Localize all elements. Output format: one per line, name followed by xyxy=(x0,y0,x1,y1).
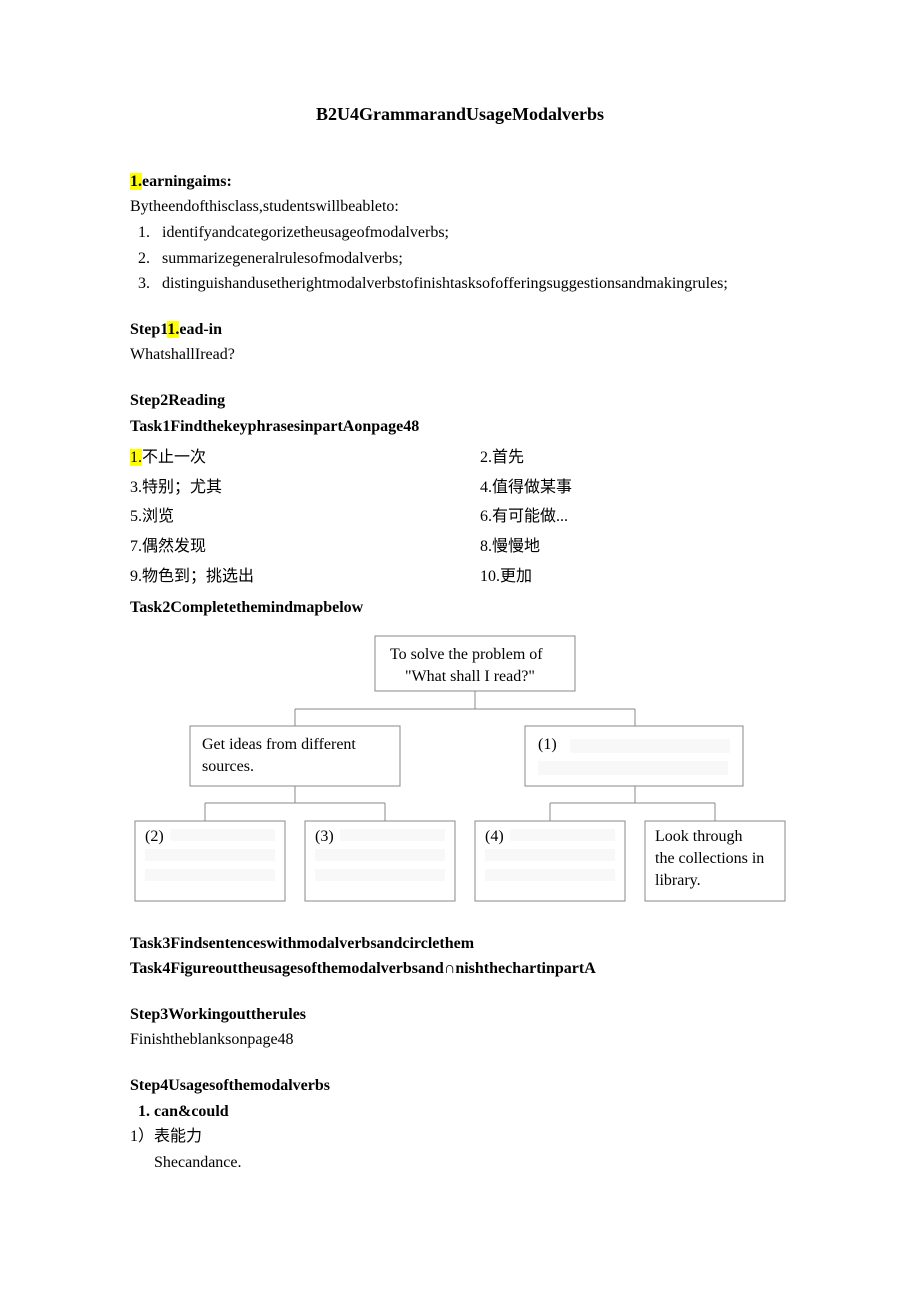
step3-head: Step3Workingouttherules xyxy=(130,1002,790,1028)
phrase-table: 1.不止一次 2.首先 3.特别；尤其 4.值得做某事 5.浏览 6.有可能做.… xyxy=(130,443,790,591)
phrase-cell: 5.浏览 xyxy=(130,502,440,532)
mindmap-left-l2: sources. xyxy=(202,758,254,775)
phrase-cell: 9.物色到；挑选出 xyxy=(130,562,440,592)
phrase-cell: 6.有可能做... xyxy=(480,502,790,532)
highlight-prefix: 1. xyxy=(130,173,142,190)
phrase-text: 不止一次 xyxy=(142,449,206,466)
mindmap-b2: (2) xyxy=(145,828,164,845)
step1-body: WhatshallIread? xyxy=(130,342,790,368)
step1-prefix: Step1 xyxy=(130,321,167,338)
phrase-cell: 10.更加 xyxy=(480,562,790,592)
mindmap: To solve the problem of "What shall I re… xyxy=(130,631,790,911)
mindmap-b4: (4) xyxy=(485,828,504,845)
aim-item: summarizegeneralrulesofmodalverbs; xyxy=(154,246,790,272)
learning-aims-intro: Bytheendofthisclass,studentswillbeableto… xyxy=(130,194,790,220)
phrase-cell: 4.值得做某事 xyxy=(480,473,790,503)
step1-rest: ead-in xyxy=(179,321,222,338)
task3-head: Task3Findsentenceswithmodalverbsandcircl… xyxy=(130,931,790,957)
phrase-cell: 1.不止一次 xyxy=(130,443,440,473)
mindmap-b5-l3: library. xyxy=(655,872,701,889)
highlight-prefix: 1. xyxy=(167,321,179,338)
aim-item: identifyandcategorizetheusageofmodalverb… xyxy=(154,220,790,246)
step4-head: Step4Usagesofthemodalverbs xyxy=(130,1073,790,1099)
mindmap-b5-l2: the collections in xyxy=(655,850,764,867)
learning-aims-head: 1.earningaims: xyxy=(130,169,790,195)
phrase-cell: 7.偶然发现 xyxy=(130,532,440,562)
page-title: B2U4GrammarandUsageModalverbs xyxy=(130,100,790,129)
task2-head: Task2Completethemindmapbelow xyxy=(130,595,790,621)
phrase-cell: 8.慢慢地 xyxy=(480,532,790,562)
mindmap-b5-l1: Look through xyxy=(655,828,743,845)
mindmap-right: (1) xyxy=(538,736,557,753)
step1-head: Step11.ead-in xyxy=(130,317,790,343)
mindmap-left-l1: Get ideas from different xyxy=(202,736,356,753)
modal-list: can&could xyxy=(130,1099,790,1125)
mindmap-root-l1: To solve the problem of xyxy=(390,646,543,663)
phrase-cell: 3.特别；尤其 xyxy=(130,473,440,503)
phrase-cell: 2.首先 xyxy=(480,443,790,473)
modal-sub: 1）表能力 xyxy=(130,1124,790,1150)
aim-item: distinguishandusetherightmodalverbstofin… xyxy=(154,271,790,297)
modal-item: can&could xyxy=(154,1099,790,1125)
learning-aims-list: identifyandcategorizetheusageofmodalverb… xyxy=(130,220,790,297)
mindmap-root-l2: "What shall I read?" xyxy=(405,668,535,685)
step3-body: Finishtheblanksonpage48 xyxy=(130,1027,790,1053)
learning-aims-rest: earningaims: xyxy=(142,173,232,190)
step2-head: Step2Reading xyxy=(130,388,790,414)
mindmap-b3: (3) xyxy=(315,828,334,845)
task4-head: Task4Figureouttheusagesofthemodalverbsan… xyxy=(130,956,790,982)
highlight-prefix: 1. xyxy=(130,449,142,466)
task1-head: Task1FindthekeyphrasesinpartAonpage48 xyxy=(130,414,790,440)
modal-example: Shecandance. xyxy=(130,1150,790,1176)
